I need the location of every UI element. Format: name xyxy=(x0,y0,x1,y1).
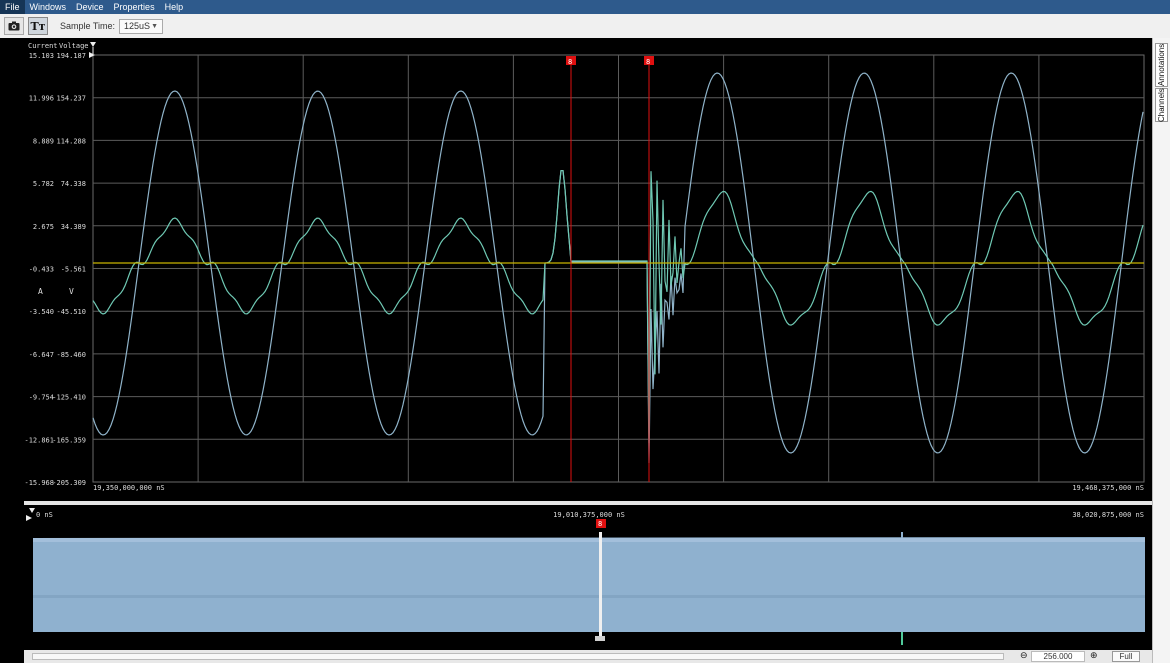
zoom-value-field[interactable]: 256.000 xyxy=(1031,651,1085,662)
overview-canvas[interactable]: 0 nS 19,010,375,000 nS 38,020,875,000 nS… xyxy=(24,505,1152,650)
waveform-canvas[interactable]: Current Voltage 15.103 11.996 8.889 5.782 2.… xyxy=(24,38,1152,501)
voltage-axis-ticks: 194.187 154.237 114.288 74.338 34.389 -5.561 -… xyxy=(52,52,86,487)
cursor-flag-left-label: 8 xyxy=(568,58,572,66)
current-tick-label: -12.861 xyxy=(24,436,54,444)
sample-time-label: Sample Time: xyxy=(60,21,116,31)
text-toggle-label: Tт xyxy=(30,19,46,33)
overview-viewport-handle[interactable] xyxy=(599,532,602,637)
tab-annotations-label: Annotations xyxy=(1157,43,1166,87)
voltage-tick-label: -165.359 xyxy=(52,436,86,444)
menu-file[interactable]: File xyxy=(0,0,25,14)
toolbar: Tт Sample Time: 125uS ▼ xyxy=(0,14,1170,39)
overview-envelope-band xyxy=(33,595,1145,598)
overview-time-mid: 19,010,375,000 nS xyxy=(553,511,625,519)
overview-trigger-marker-icon[interactable] xyxy=(26,515,32,521)
overview-handle-grip[interactable] xyxy=(595,636,605,641)
voltage-tick-label: 154.237 xyxy=(56,95,86,103)
current-tick-label: -0.433 xyxy=(29,266,54,274)
voltage-tick-label: -85.460 xyxy=(56,351,86,359)
trigger-marker-icon[interactable] xyxy=(89,52,95,58)
voltage-tick-label: 34.389 xyxy=(61,223,86,231)
voltage-tick-label: -5.561 xyxy=(61,266,86,274)
horizontal-scrollbar[interactable] xyxy=(32,653,1004,660)
sample-time-value: 125uS xyxy=(124,21,151,31)
overview-plot[interactable]: 0 nS 19,010,375,000 nS 38,020,875,000 nS… xyxy=(24,505,1152,650)
current-tick-label: 15.103 xyxy=(29,52,54,60)
current-axis-ticks: 15.103 11.996 8.889 5.782 2.675 -0.433 -3.540 -… xyxy=(24,52,54,487)
side-panel: Annotations Channels xyxy=(1152,38,1170,663)
text-toggle-button[interactable]: Tт xyxy=(28,17,48,35)
cursor-flag-right-label: 8 xyxy=(646,58,650,66)
screenshot-button[interactable] xyxy=(4,17,24,35)
zoom-out-icon[interactable]: ⊖ xyxy=(1020,651,1028,661)
tab-annotations[interactable]: Annotations xyxy=(1155,43,1168,87)
voltage-unit-label: V xyxy=(69,287,74,296)
time-end-label: 19,468,375,000 nS xyxy=(1072,484,1144,492)
voltage-tick-label: 194.187 xyxy=(56,52,86,60)
current-tick-label: 11.996 xyxy=(29,95,54,103)
full-zoom-button[interactable]: Full xyxy=(1112,651,1140,662)
menu-windows[interactable]: Windows xyxy=(25,0,72,14)
current-tick-label: 8.889 xyxy=(33,137,54,145)
voltage-axis-header: Voltage xyxy=(59,42,89,50)
current-unit-label: A xyxy=(38,287,43,296)
current-tick-label: -15.968 xyxy=(24,479,54,487)
current-tick-label: -3.540 xyxy=(29,308,54,316)
left-strip xyxy=(0,38,24,663)
current-tick-label: -9.754 xyxy=(29,394,54,402)
voltage-tick-label: 74.338 xyxy=(61,180,86,188)
overview-envelope xyxy=(33,537,1145,632)
menu-device[interactable]: Device xyxy=(71,0,109,14)
waveform-plot[interactable]: Current Voltage 15.103 11.996 8.889 5.782 2.… xyxy=(24,38,1152,501)
voltage-tick-label: 114.288 xyxy=(56,137,86,145)
current-tick-label: -6.647 xyxy=(29,351,54,359)
time-start-label: 19,350,000,000 nS xyxy=(93,484,165,492)
current-tick-label: 5.782 xyxy=(33,180,54,188)
overview-time-start: 0 nS xyxy=(36,511,53,519)
menu-bar: File Windows Device Properties Help xyxy=(0,0,1170,14)
overview-envelope-top xyxy=(33,538,1145,542)
camera-icon xyxy=(8,21,20,31)
plot-grid xyxy=(92,54,1145,483)
menu-properties[interactable]: Properties xyxy=(109,0,160,14)
voltage-tick-label: -205.309 xyxy=(52,479,86,487)
bottom-bar: ⊖ 256.000 ⊕ Full xyxy=(24,650,1152,663)
overview-cursor-flag-label: 8 xyxy=(598,520,602,528)
sample-time-select[interactable]: 125uS ▼ xyxy=(119,18,164,34)
voltage-tick-label: -45.510 xyxy=(56,308,86,316)
current-tick-label: 2.675 xyxy=(33,223,54,231)
voltage-tick-label: -125.410 xyxy=(52,394,86,402)
tab-channels[interactable]: Channels xyxy=(1155,88,1168,122)
time-marker-icon[interactable] xyxy=(90,42,96,47)
chevron-down-icon: ▼ xyxy=(151,22,159,30)
current-axis-header: Current xyxy=(28,42,58,50)
zoom-in-icon[interactable]: ⊕ xyxy=(1090,651,1098,661)
overview-time-marker-icon[interactable] xyxy=(29,508,35,513)
overview-time-end: 38,020,875,000 nS xyxy=(1072,511,1144,519)
tab-channels-label: Channels xyxy=(1157,88,1166,122)
menu-help[interactable]: Help xyxy=(160,0,189,14)
